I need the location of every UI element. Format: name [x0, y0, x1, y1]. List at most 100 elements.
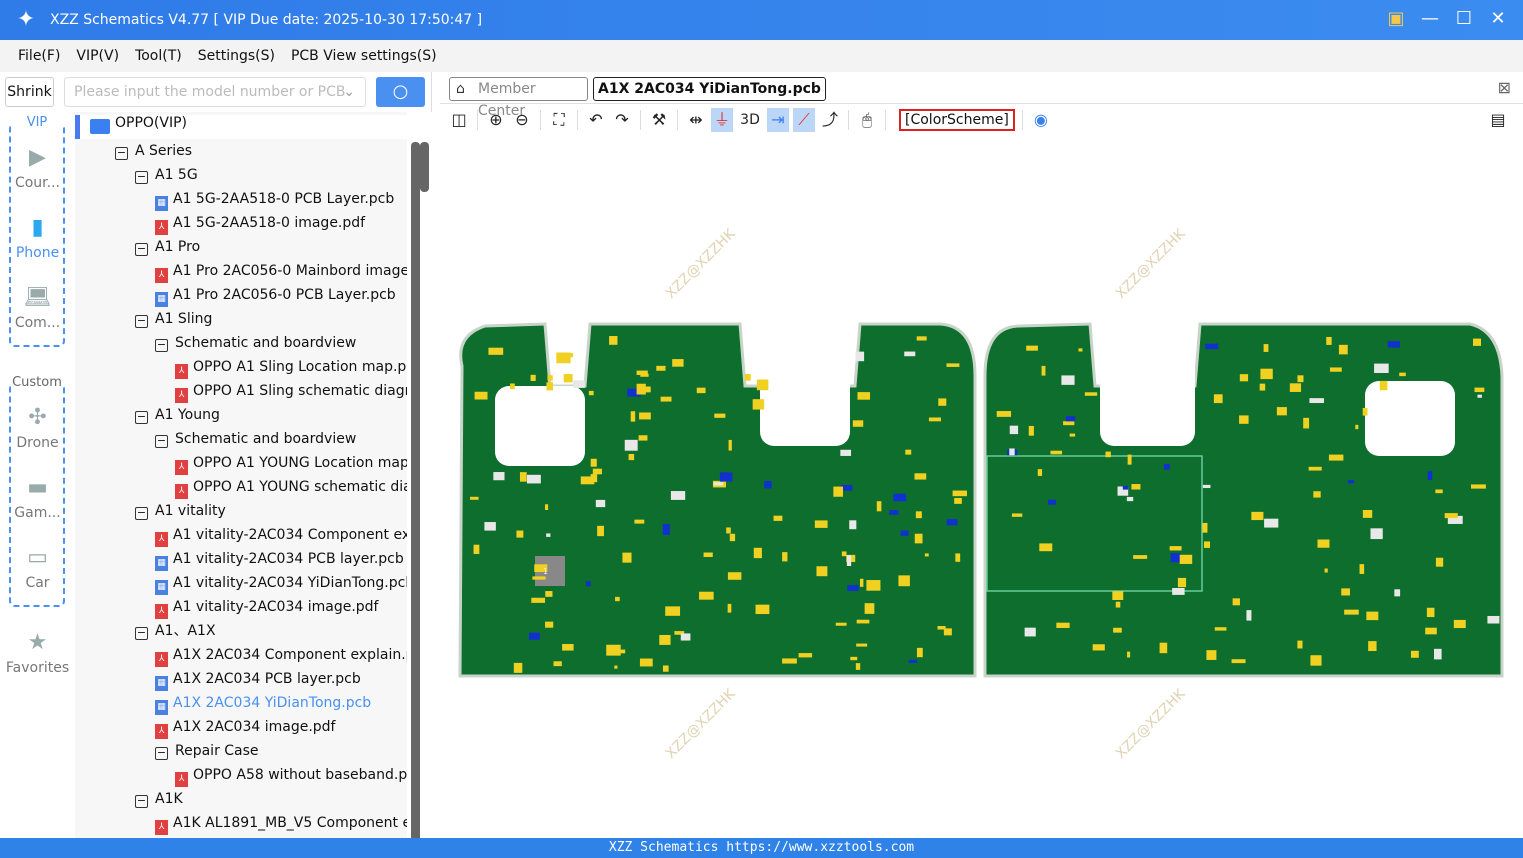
tree-file[interactable]: ⅄ OPPO A1 YOUNG Location map [175, 451, 407, 475]
pdf-file-icon[interactable]: ⅄ [155, 604, 168, 619]
tree-file[interactable]: ⅄ A1 vitality-2AC034 Component exp [155, 523, 407, 547]
rotate-right-icon[interactable]: ↷ [611, 108, 633, 132]
category-drone[interactable]: ✣ Drone [0, 404, 75, 451]
tree-file[interactable]: ▦ A1 vitality-2AC034 YiDianTong.pcb [155, 571, 407, 595]
curve-icon[interactable]: ⤴ [819, 108, 841, 132]
color-scheme-button[interactable]: [ColorScheme] [899, 109, 1015, 131]
menu-pcb-view-settings[interactable]: PCB View settings(S) [291, 48, 437, 64]
scrollbar-thumb[interactable] [411, 142, 420, 842]
pdf-file-icon[interactable]: ⅄ [155, 652, 168, 667]
tree-file[interactable]: ▦ A1 Pro 2AC056-0 PCB Layer.pcb [155, 283, 396, 307]
search-input[interactable]: Please input the model number or PCB ⌄ [64, 77, 366, 107]
pdf-file-icon[interactable]: ⅄ [155, 532, 168, 547]
tree-folder[interactable]: − A1 Pro [135, 235, 200, 259]
vip-bag-icon[interactable]: ▣ [1385, 8, 1407, 30]
tree-file[interactable]: ▦ A1X 2AC034 YiDianTong.pcb [155, 691, 371, 715]
category-phone[interactable]: ▮ Phone [0, 214, 75, 261]
outer-scrollbar-thumb[interactable] [420, 142, 429, 192]
paint-roller-icon[interactable]: ⚒ [648, 108, 670, 132]
tree-folder[interactable]: − A1 Sling [135, 307, 212, 331]
tree-file[interactable]: ▦ A1 vitality-2AC034 PCB layer.pcb [155, 547, 404, 571]
tree-file[interactable]: ⅄ A1X 2AC034 image.pdf [155, 715, 335, 739]
pcb-canvas[interactable]: XZZ@XZZHK XZZ@XZZHK XZZ@XZZHK XZZ@XZZHK … [440, 136, 1523, 838]
menu-settings[interactable]: Settings(S) [198, 48, 275, 64]
collapse-icon[interactable]: − [135, 507, 148, 520]
pdf-file-icon[interactable]: ⅄ [155, 268, 168, 283]
tree-folder[interactable]: − A1 vitality [135, 499, 226, 523]
tree-file[interactable]: ⅄ A1K AL1891_MB_V5 Component ex [155, 811, 407, 835]
tree-root[interactable]: OPPO(VIP) [75, 115, 407, 139]
collapse-icon[interactable]: − [135, 315, 148, 328]
tree-file[interactable]: ⅄ A1 Pro 2AC056-0 Mainbord image [155, 259, 407, 283]
diode-icon[interactable]: ⇥ [767, 108, 789, 132]
minimize-button[interactable]: — [1419, 8, 1441, 30]
pcb-file-icon[interactable]: ▦ [155, 196, 168, 211]
net-trace-icon[interactable]: ⟋ [793, 108, 815, 132]
collapse-icon[interactable]: − [155, 339, 168, 352]
tree-folder[interactable]: − A Series [115, 139, 192, 163]
collapse-icon[interactable]: − [115, 147, 128, 160]
mirror-icon[interactable]: ⇹ [685, 108, 707, 132]
pdf-file-icon[interactable]: ⅄ [175, 484, 188, 499]
tree-file[interactable]: ⅄ A1 5G-2AA518-0 image.pdf [155, 211, 365, 235]
tree-folder[interactable]: − A1 Young [135, 403, 220, 427]
3d-button[interactable]: 3D [737, 108, 763, 132]
pdf-file-icon[interactable]: ⅄ [155, 820, 168, 835]
tree-folder[interactable]: − Repair Case [155, 739, 259, 763]
tree-file[interactable]: ⅄ OPPO A1 Sling Location map.pdf [175, 355, 407, 379]
category-computer[interactable]: 💻︎ Com... [0, 284, 75, 331]
menu-file[interactable]: File(F) [18, 48, 60, 64]
tree-scrollbar[interactable] [407, 112, 432, 842]
pcb-file-icon[interactable]: ▦ [155, 292, 168, 307]
collapse-icon[interactable]: − [135, 171, 148, 184]
zoom-in-icon[interactable]: ⊕ [485, 108, 507, 132]
collapse-icon[interactable]: − [135, 243, 148, 256]
tree-file[interactable]: ⅄ OPPO A58 without baseband.pdf [175, 763, 407, 787]
fit-screen-icon[interactable]: ⛶ [548, 108, 570, 132]
tree-file[interactable]: ▦ A1 5G-2AA518-0 PCB Layer.pcb [155, 187, 394, 211]
tab-active-pcb[interactable]: A1X 2AC034 YiDianTong.pcb [593, 77, 826, 101]
tree-folder[interactable]: − A1K [135, 787, 183, 811]
close-button[interactable]: ✕ [1487, 8, 1509, 30]
mouse-icon[interactable]: 🖱︎ [856, 108, 878, 132]
pdf-file-icon[interactable]: ⅄ [155, 220, 168, 235]
pcb-file-icon[interactable]: ▦ [155, 556, 168, 571]
tree-folder[interactable]: − A1 5G [135, 163, 198, 187]
rotate-left-icon[interactable]: ↶ [585, 108, 607, 132]
collapse-icon[interactable]: − [155, 435, 168, 448]
close-tab-icon[interactable]: ⊠ [1498, 78, 1511, 97]
tree-file[interactable]: ▦ A1X 2AC034 PCB layer.pcb [155, 667, 361, 691]
category-car[interactable]: ▭ Car [0, 544, 75, 591]
pcb-drawing[interactable] [440, 136, 1523, 838]
collapse-icon[interactable]: − [135, 795, 148, 808]
pdf-file-icon[interactable]: ⅄ [175, 460, 188, 475]
tree-file[interactable]: ⅄ A1 vitality-2AC034 image.pdf [155, 595, 378, 619]
category-games[interactable]: ▬ Gam... [0, 474, 75, 521]
tree-file[interactable]: ⅄ OPPO A1 YOUNG schematic dia [175, 475, 407, 499]
tree-file[interactable]: ⅄ OPPO A1 Sling schematic diagram [175, 379, 407, 403]
maximize-button[interactable]: ☐ [1453, 8, 1475, 30]
collapse-icon[interactable]: − [155, 747, 168, 760]
collapse-icon[interactable]: − [135, 627, 148, 640]
pcb-file-icon[interactable]: ▦ [155, 676, 168, 691]
tab-member-center[interactable]: ⌂ Member Center [449, 77, 588, 119]
pcb-file-icon[interactable]: ▦ [155, 580, 168, 595]
eye-icon[interactable]: ◉ [1030, 108, 1052, 132]
menu-vip[interactable]: VIP(V) [76, 48, 119, 64]
pdf-file-icon[interactable]: ⅄ [155, 724, 168, 739]
tree-folder[interactable]: − Schematic and boardview [155, 331, 356, 355]
category-courses[interactable]: ▶ Cour... [0, 144, 75, 191]
pcb-file-icon[interactable]: ▦ [155, 700, 168, 715]
collapse-icon[interactable]: − [135, 411, 148, 424]
bell-light-icon[interactable]: ⏚ [711, 108, 733, 132]
zoom-out-icon[interactable]: ⊖ [511, 108, 533, 132]
pdf-file-icon[interactable]: ⅄ [175, 364, 188, 379]
search-button[interactable]: ○ [376, 77, 425, 107]
pdf-file-icon[interactable]: ⅄ [175, 772, 188, 787]
split-view-icon[interactable]: ◫ [448, 108, 470, 132]
tree-folder[interactable]: − A1、A1X [135, 619, 216, 643]
pdf-file-icon[interactable]: ⅄ [175, 388, 188, 403]
menu-tool[interactable]: Tool(T) [135, 48, 182, 64]
favorites[interactable]: ★ Favorites [0, 629, 75, 676]
chevron-down-icon[interactable]: ⌄ [343, 78, 355, 106]
